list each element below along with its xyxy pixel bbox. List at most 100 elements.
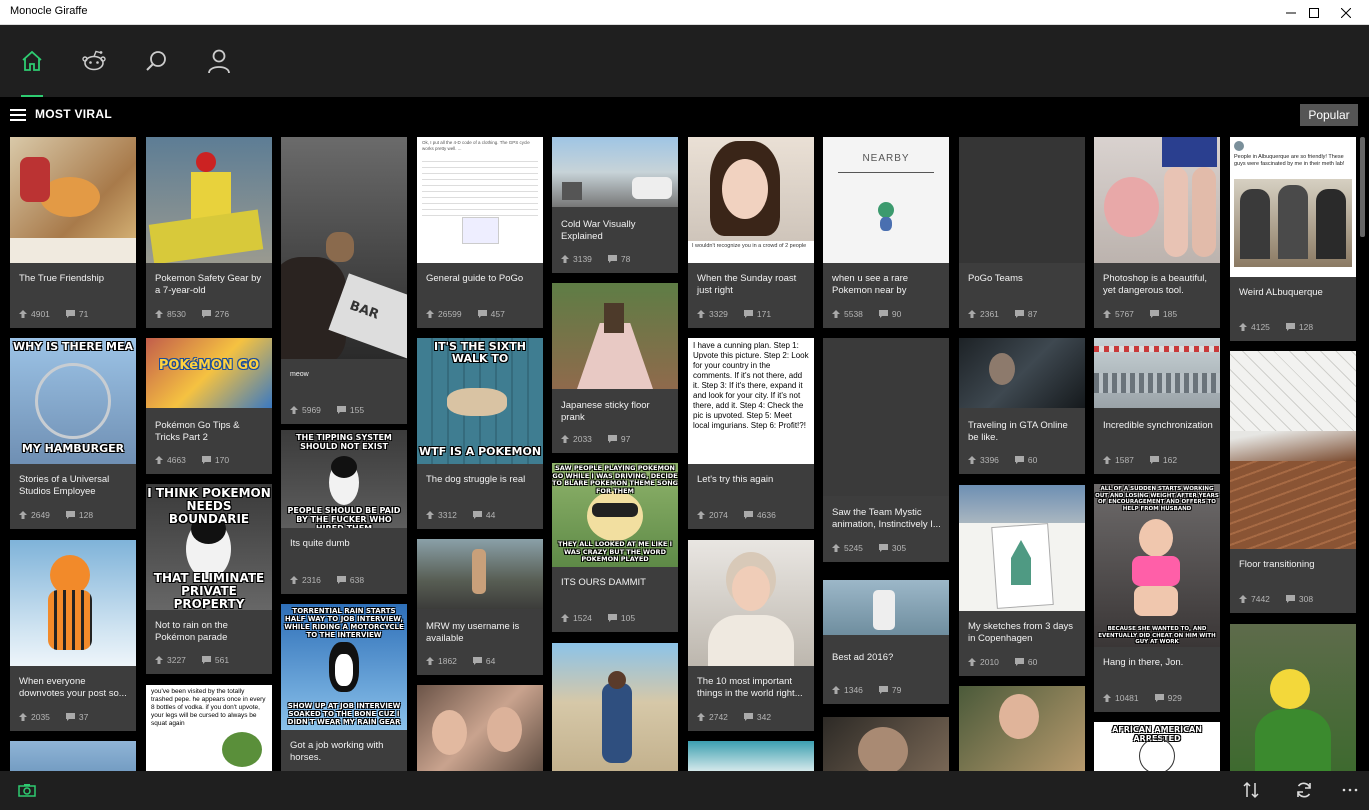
post-thumbnail	[823, 580, 949, 635]
comment-count: 638	[349, 575, 365, 585]
post-card[interactable]: Best ad 2016? 1346 79	[823, 580, 949, 704]
section-header: MOST VIRAL Popular	[0, 97, 1369, 133]
post-card[interactable]: Incredible synchronization 1587 162	[1094, 338, 1220, 474]
post-stats: 10481 929	[1103, 693, 1198, 703]
upvote-icon	[426, 310, 434, 318]
post-title: Saw the Team Mystic animation, Instincti…	[832, 507, 941, 530]
more-options-button[interactable]	[1338, 779, 1362, 801]
meme-top-text: SAW PEOPLE PLAYING POKEMON GO WHILE I WA…	[552, 464, 678, 495]
post-card[interactable]: The 10 most important things in the worl…	[688, 540, 814, 731]
post-thumbnail	[146, 137, 272, 263]
post-card[interactable]: Saw the Team Mystic animation, Instincti…	[823, 338, 949, 562]
post-stats: 26599 457	[426, 309, 521, 319]
post-card[interactable]: Photoshop is a beautiful, yet dangerous …	[1094, 137, 1220, 328]
post-card[interactable]: PoGo Teams 2361 87	[959, 137, 1085, 328]
post-card[interactable]: you've been visited by the totally trash…	[146, 685, 272, 771]
comment-icon	[743, 310, 753, 318]
tab-reddit[interactable]	[63, 25, 125, 97]
post-card[interactable]: Floor transitioning 7442 308	[1230, 351, 1356, 613]
post-card[interactable]: SAW PEOPLE PLAYING POKEMON GO WHILE I WA…	[552, 463, 678, 632]
post-card[interactable]: NEARBY when u see a rare Pokemon near by…	[823, 137, 949, 328]
post-title: When the Sunday roast just right	[697, 273, 797, 296]
post-card[interactable]	[959, 686, 1085, 771]
post-card[interactable]: TORRENTIAL RAIN STARTS HALF WAY TO JOB I…	[281, 604, 407, 771]
post-card[interactable]	[1230, 624, 1356, 771]
post-card[interactable]: I wouldn't recognize you in a crowd of 2…	[688, 137, 814, 328]
post-stats: 2316 638	[290, 575, 380, 585]
comment-icon	[201, 656, 211, 664]
comment-count: 561	[214, 655, 230, 665]
upvote-icon	[968, 658, 976, 666]
sort-order-button[interactable]	[1239, 779, 1263, 801]
post-card[interactable]: IT'S THE SIXTH WALK TO WTF IS A POKEMON …	[417, 338, 543, 529]
comment-icon	[1014, 456, 1024, 464]
post-card[interactable]	[552, 643, 678, 771]
hamburger-menu-icon[interactable]	[10, 109, 26, 121]
post-thumbnail: you've been visited by the totally trash…	[146, 685, 272, 771]
comment-count: 342	[756, 712, 772, 722]
post-thumbnail	[1230, 624, 1356, 771]
post-card[interactable]: Cold War Visually Explained 3139 78	[552, 137, 678, 273]
post-card[interactable]: MRW my username is available 1862 64	[417, 539, 543, 675]
post-card[interactable]: AFRICAN AMERICAN ARRESTED	[1094, 722, 1220, 771]
upvote-icon	[968, 310, 976, 318]
post-card[interactable]: THE TIPPING SYSTEM SHOULD NOT EXIST PEOP…	[281, 430, 407, 594]
section-title: MOST VIRAL	[35, 107, 112, 121]
post-thumbnail	[552, 643, 678, 771]
tab-home[interactable]	[1, 25, 63, 97]
upvote-icon	[1239, 323, 1247, 331]
post-thumbnail: AFRICAN AMERICAN ARRESTED	[1094, 722, 1220, 771]
post-card[interactable]: BAR meow 5969 155	[281, 137, 407, 424]
refresh-icon	[1297, 782, 1311, 798]
post-card[interactable]: I have a cunning plan. Step 1: Upvote th…	[688, 338, 814, 529]
post-thumbnail	[1094, 338, 1220, 408]
meme-top-text: I THINK POKEMON NEEDS BOUNDARIE	[147, 486, 271, 526]
post-card[interactable]: The True Friendship 4901 71	[10, 137, 136, 328]
post-card[interactable]	[688, 741, 814, 771]
upvote-icon	[697, 511, 705, 519]
upvote-count: 1862	[438, 656, 457, 666]
post-thumbnail	[552, 283, 678, 389]
upvote-icon	[968, 456, 976, 464]
post-thumbnail: TORRENTIAL RAIN STARTS HALF WAY TO JOB I…	[281, 604, 407, 730]
post-title: Stories of a Universal Studios Employee	[19, 474, 110, 497]
tab-search[interactable]	[125, 25, 187, 97]
comment-count: 305	[891, 543, 907, 553]
camera-button[interactable]	[15, 779, 39, 801]
comment-count: 60	[1027, 657, 1038, 667]
post-card[interactable]: Ok, I put all the 4-D code of a clothing…	[417, 137, 543, 328]
upvote-icon	[561, 255, 569, 263]
post-thumbnail: ALL OF A SUDDEN STARTS WORKING OUT AND L…	[1094, 484, 1220, 647]
close-button[interactable]	[1323, 0, 1369, 25]
refresh-button[interactable]	[1292, 779, 1316, 801]
scrollbar[interactable]	[1360, 137, 1365, 237]
post-stats: 4663 170	[155, 455, 245, 465]
post-thumbnail: I THINK POKEMON NEEDS BOUNDARIE THAT ELI…	[146, 484, 272, 610]
post-card[interactable]	[417, 685, 543, 771]
post-card[interactable]: WHY IS THERE MEA MY HAMBURGER Stories of…	[10, 338, 136, 529]
meme-bottom-text: MY HAMBURGER	[21, 442, 125, 455]
post-card[interactable]: My sketches from 3 days in Copenhagen 20…	[959, 485, 1085, 676]
post-card[interactable]: Traveling in GTA Online be like. 3396 60	[959, 338, 1085, 474]
comment-icon	[878, 544, 888, 552]
comment-icon	[878, 686, 888, 694]
post-card[interactable]	[10, 741, 136, 771]
post-card[interactable]: I THINK POKEMON NEEDS BOUNDARIE THAT ELI…	[146, 484, 272, 674]
post-title: Hang in there, Jon.	[1103, 657, 1184, 668]
post-stats: 2035 37	[19, 712, 104, 722]
upvote-icon	[832, 544, 840, 552]
post-card[interactable]	[823, 717, 949, 771]
tab-account[interactable]	[188, 25, 250, 97]
upvote-count: 2035	[31, 712, 50, 722]
post-card[interactable]: ALL OF A SUDDEN STARTS WORKING OUT AND L…	[1094, 484, 1220, 712]
post-card[interactable]: When everyone downvotes your post so... …	[10, 540, 136, 731]
post-thumbnail: I have a cunning plan. Step 1: Upvote th…	[688, 338, 814, 464]
post-card[interactable]: Pokemon Safety Gear by a 7-year-old 8530…	[146, 137, 272, 328]
comment-count: 929	[1167, 693, 1182, 703]
post-card[interactable]: Japanese sticky floor prank 2033 97	[552, 283, 678, 453]
comment-count: 457	[490, 309, 505, 319]
post-stats: 5538 90	[832, 309, 917, 319]
post-card[interactable]: POKéMON GO Pokémon Go Tips & Tricks Part…	[146, 338, 272, 474]
post-card[interactable]: People in Albuquerque are so friendly! T…	[1230, 137, 1356, 341]
sort-dropdown-button[interactable]: Popular	[1300, 104, 1358, 126]
